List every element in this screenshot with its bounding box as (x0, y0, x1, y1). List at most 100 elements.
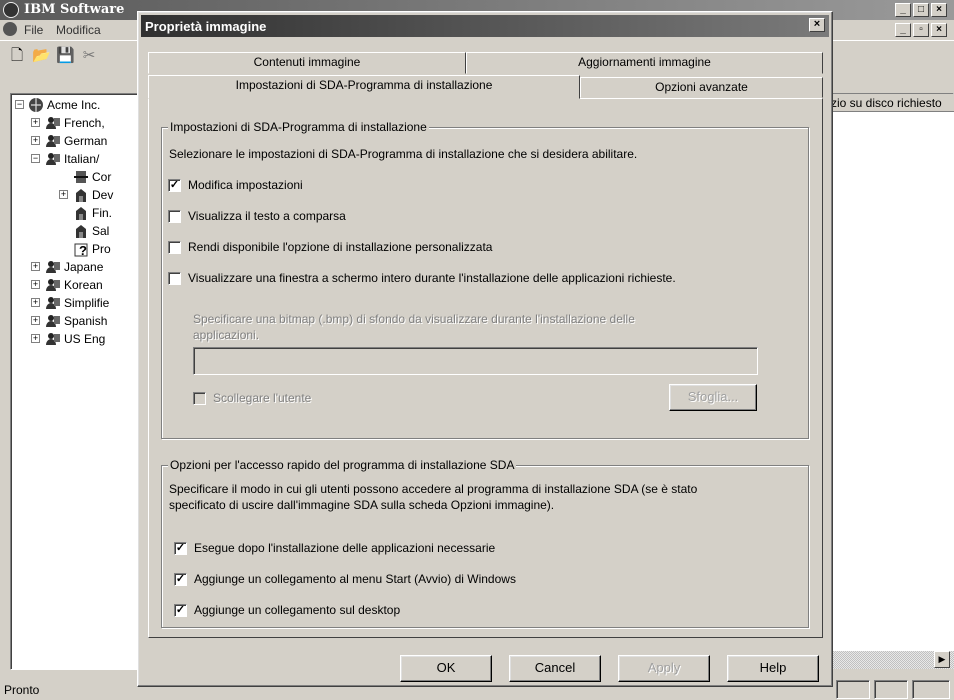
tree-item-label: Italian/ (64, 152, 100, 166)
unchecked-checkbox-icon[interactable] (168, 272, 181, 285)
apply-button[interactable]: Apply (618, 655, 710, 682)
checkbox-label: Visualizzare una finestra a schermo inte… (188, 271, 676, 285)
checkbox-label: Visualizza il testo a comparsa (188, 209, 346, 223)
scroll-right-icon[interactable]: ▶ (934, 651, 950, 668)
tree-root-label: Acme Inc. (47, 98, 101, 112)
tree-item-label: Dev (92, 188, 114, 202)
quick-access-group: Opzioni per l'accesso rapido del program… (161, 458, 809, 628)
cancel-button[interactable]: Cancel (509, 655, 601, 682)
close-icon[interactable]: × (931, 3, 947, 17)
tree-item-label: Sal (92, 224, 110, 238)
tree-item-label: Spanish (64, 314, 108, 328)
tab-aggiornamenti-immagine[interactable]: Aggiornamenti immagine (466, 52, 823, 74)
tree-item-label: Fin. (92, 206, 113, 220)
expand-icon[interactable]: + (31, 136, 40, 145)
checkbox-label: Rendi disponibile l'opzione di installaz… (188, 240, 493, 254)
sda-settings-legend: Impostazioni di SDA-Programma di install… (168, 120, 429, 134)
tree-panel: − Acme Inc. + French, + German − Italian/Cor +… (10, 93, 138, 670)
expand-icon[interactable]: + (31, 316, 40, 325)
checked-checkbox-icon[interactable]: ✓ (174, 604, 187, 617)
user-group-icon (46, 261, 60, 273)
disconnect-user-label: Scollegare l'utente (213, 391, 312, 405)
expand-icon[interactable]: + (31, 118, 40, 127)
question-icon: ? (74, 243, 88, 257)
checked-checkbox-icon[interactable]: ✓ (174, 573, 187, 586)
config-icon (74, 171, 88, 183)
expand-icon[interactable]: + (59, 190, 68, 199)
quick-access-intro-line2: specificato di uscire dall'immagine SDA … (169, 498, 555, 512)
unchecked-checkbox-icon[interactable] (168, 241, 181, 254)
child-minimize-icon[interactable]: _ (895, 23, 911, 37)
status-text: Pronto (4, 683, 40, 697)
dialog-titlebar[interactable]: Proprietà immagine × (141, 15, 829, 37)
tree-item-label: US Eng (64, 332, 106, 346)
expand-icon[interactable]: + (31, 262, 40, 271)
tree-item-label: French, (64, 116, 105, 130)
svg-text:?: ? (79, 243, 87, 257)
browse-button[interactable]: Sfoglia... (669, 384, 757, 411)
expand-icon[interactable]: + (31, 334, 40, 343)
checkbox-label: Aggiunge un collegamento al menu Start (… (194, 572, 516, 586)
status-cell (874, 680, 908, 699)
user-group-icon (46, 135, 60, 147)
cut-icon[interactable]: ✂ (80, 48, 98, 64)
tree-item-label: Pro (92, 242, 111, 256)
details-panel: zio su disco richiesto (828, 93, 954, 653)
organization-icon (29, 98, 43, 112)
user-group-icon (46, 117, 60, 129)
building-icon (76, 225, 86, 238)
child-restore-icon[interactable]: ▫ (913, 23, 929, 37)
menu-modifica[interactable]: Modifica (56, 23, 101, 37)
quick-access-legend: Opzioni per l'accesso rapido del program… (168, 458, 517, 472)
quick-access-intro-line1: Specificare il modo in cui gli utenti po… (169, 482, 698, 496)
building-icon (76, 189, 86, 202)
dialog-close-icon[interactable]: × (809, 18, 825, 32)
open-folder-icon[interactable]: 📂 (32, 48, 51, 64)
dialog-title: Proprietà immagine (145, 19, 267, 34)
user-group-icon (46, 333, 60, 345)
building-icon (76, 207, 86, 220)
collapse-icon[interactable]: − (31, 154, 40, 163)
sda-settings-group: Impostazioni di SDA-Programma di install… (161, 120, 809, 439)
checkbox-box[interactable] (193, 392, 206, 405)
checked-checkbox-icon[interactable]: ✓ (174, 542, 187, 555)
new-document-icon[interactable]: 🗋 (8, 48, 26, 64)
user-group-icon (46, 297, 60, 309)
sda-settings-intro: Selezionare le impostazioni di SDA-Progr… (169, 147, 638, 161)
expand-icon[interactable]: + (31, 280, 40, 289)
checked-checkbox-icon[interactable]: ✓ (168, 179, 181, 192)
tab-impostazioni-sda[interactable]: Impostazioni di SDA-Programma di install… (148, 75, 580, 99)
help-button[interactable]: Help (727, 655, 819, 682)
tree-item-label: Simplifie (64, 296, 110, 310)
tree-item-label: Japane (64, 260, 104, 274)
disk-space-column-header[interactable]: zio su disco richiesto (829, 94, 954, 112)
user-group-icon (46, 315, 60, 327)
save-icon[interactable]: 💾 (56, 48, 75, 64)
checkbox-label: Modifica impostazioni (188, 178, 303, 192)
tab-page: Impostazioni di SDA-Programma di install… (148, 98, 823, 638)
bitmap-hint-line1: Specificare una bitmap (.bmp) di sfondo … (193, 312, 635, 326)
child-close-icon[interactable]: × (931, 23, 947, 37)
maximize-icon[interactable]: □ (913, 3, 929, 17)
minimize-icon[interactable]: _ (895, 3, 911, 17)
user-group-icon (46, 279, 60, 291)
app-logo-icon (3, 2, 19, 18)
main-window-title: IBM Software (24, 2, 125, 17)
document-menu-icon[interactable] (3, 22, 17, 36)
bitmap-hint-line2: applicazioni. (193, 328, 260, 342)
tab-opzioni-avanzate[interactable]: Opzioni avanzate (580, 77, 823, 98)
ok-button[interactable]: OK (400, 655, 492, 682)
unchecked-checkbox-icon[interactable] (168, 210, 181, 223)
expand-icon[interactable]: + (31, 298, 40, 307)
tree-item-label: Cor (92, 170, 112, 184)
menu-file[interactable]: File (24, 23, 43, 37)
status-cell (836, 680, 870, 699)
user-group-icon (46, 153, 60, 165)
bitmap-path-input[interactable] (193, 347, 758, 375)
image-properties-dialog: Proprietà immagine × Contenuti immagine … (137, 11, 833, 687)
horizontal-scrollbar[interactable]: ▶ (828, 651, 954, 669)
checkbox-label: Esegue dopo l'installazione delle applic… (194, 541, 496, 555)
status-cell (912, 680, 950, 699)
tab-contenuti-immagine[interactable]: Contenuti immagine (148, 52, 466, 74)
collapse-icon[interactable]: − (15, 100, 24, 109)
